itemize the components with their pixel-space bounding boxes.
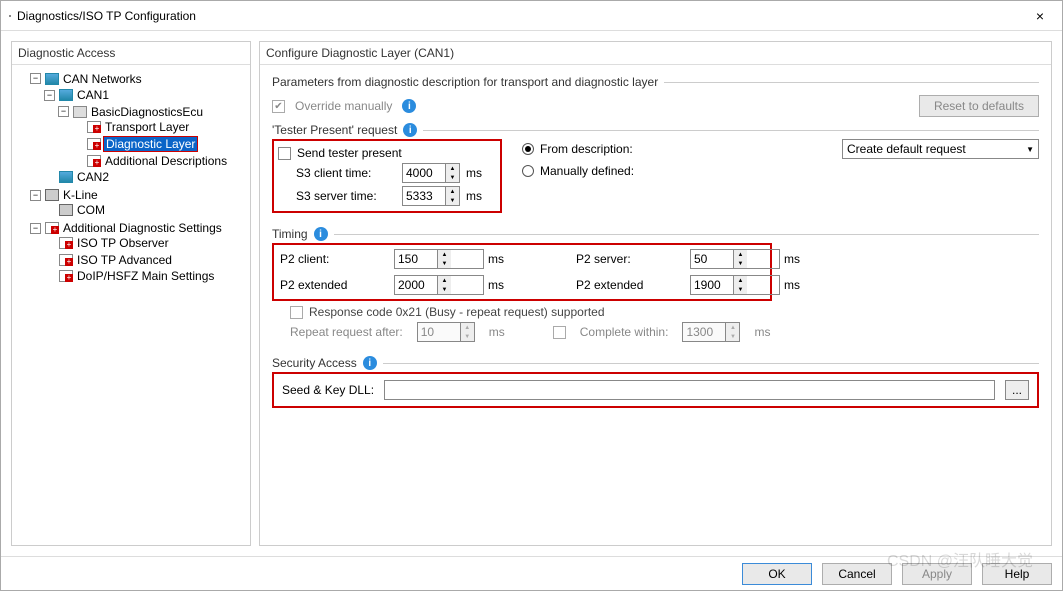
page-icon (45, 222, 59, 234)
p2-ext-server-label: P2 extended (576, 278, 686, 292)
s3-client-spinner[interactable]: ▲▼ (402, 163, 460, 183)
tree-can1[interactable]: −CAN1 (42, 88, 113, 102)
repeat-after-label: Repeat request after: (290, 325, 403, 339)
left-panel-title: Diagnostic Access (12, 42, 250, 65)
manually-defined-label: Manually defined: (540, 164, 634, 178)
tree-kline[interactable]: −K-Line (28, 188, 102, 202)
right-panel-title: Configure Diagnostic Layer (CAN1) (260, 42, 1051, 65)
p2-ext-client-spinner[interactable]: ▲▼ (394, 275, 484, 295)
network-icon (59, 171, 73, 183)
page-icon (87, 121, 101, 133)
security-redbox: Seed & Key DLL: ... (272, 372, 1039, 408)
page-icon (59, 270, 73, 282)
info-icon[interactable]: i (363, 356, 377, 370)
tree-transport-layer[interactable]: Transport Layer (70, 120, 193, 134)
p2-ext-client-label: P2 extended (280, 278, 390, 292)
p2-server-spinner[interactable]: ▲▼ (690, 249, 780, 269)
seed-key-input[interactable] (384, 380, 995, 400)
timing-header: Timing (272, 227, 308, 241)
ok-button[interactable]: OK (742, 563, 812, 585)
reset-defaults-button[interactable]: Reset to defaults (919, 95, 1039, 117)
apply-button[interactable]: Apply (902, 563, 972, 585)
right-panel: Configure Diagnostic Layer (CAN1) Parame… (259, 41, 1052, 546)
tree-iso-observer[interactable]: ISO TP Observer (42, 236, 173, 250)
unit-ms: ms (466, 189, 482, 203)
help-button[interactable]: Help (982, 563, 1052, 585)
info-icon[interactable]: i (402, 99, 416, 113)
p2-client-spinner[interactable]: ▲▼ (394, 249, 484, 269)
device-icon (59, 204, 73, 216)
p2-server-label: P2 server: (576, 252, 686, 266)
complete-within-checkbox (553, 326, 566, 339)
s3-server-label: S3 server time: (296, 189, 396, 203)
unit-ms: ms (466, 166, 482, 180)
dialog-window: Diagnostics/ISO TP Configuration × Diagn… (0, 0, 1063, 591)
tree-doip[interactable]: DoIP/HSFZ Main Settings (42, 269, 218, 283)
network-icon (45, 73, 59, 85)
tree-iso-advanced[interactable]: ISO TP Advanced (42, 253, 176, 267)
page-icon (87, 138, 101, 150)
complete-within-label: Complete within: (580, 325, 669, 339)
override-label: Override manually (295, 99, 392, 113)
resp21-label: Response code 0x21 (Busy - repeat reques… (309, 305, 605, 319)
complete-within-spinner: ▲▼ (682, 322, 740, 342)
security-header: Security Access (272, 356, 357, 370)
tree-diagnostic-layer[interactable]: Diagnostic Layer (70, 136, 200, 152)
s3-client-label: S3 client time: (296, 166, 396, 180)
tree-addl-settings[interactable]: −Additional Diagnostic Settings (28, 221, 226, 235)
info-icon[interactable]: i (403, 123, 417, 137)
override-checkbox[interactable]: ✔ (272, 100, 285, 113)
window-title: Diagnostics/ISO TP Configuration (17, 9, 196, 23)
repeat-after-spinner: ▲▼ (417, 322, 475, 342)
tree-com[interactable]: COM (42, 203, 109, 217)
params-header: Parameters from diagnostic description f… (272, 75, 658, 89)
send-tester-checkbox[interactable] (278, 147, 291, 160)
from-description-radio[interactable] (522, 143, 534, 155)
timing-redbox: P2 client: ▲▼ ms P2 server: ▲▼ ms P2 ext… (272, 243, 772, 301)
info-icon[interactable]: i (314, 227, 328, 241)
page-icon (59, 237, 73, 249)
chevron-down-icon: ▼ (1026, 145, 1034, 154)
tree-ecu[interactable]: −BasicDiagnosticsEcu (56, 105, 207, 119)
request-select[interactable]: Create default request▼ (842, 139, 1039, 159)
page-icon (87, 155, 101, 167)
app-icon (9, 15, 11, 17)
close-icon[interactable]: × (1026, 8, 1054, 24)
s3-server-spinner[interactable]: ▲▼ (402, 186, 460, 206)
tester-header: 'Tester Present' request (272, 123, 397, 137)
manually-defined-radio[interactable] (522, 165, 534, 177)
from-description-label: From description: (540, 142, 633, 156)
page-icon (59, 254, 73, 266)
send-tester-label: Send tester present (297, 146, 402, 160)
cancel-button[interactable]: Cancel (822, 563, 892, 585)
tree-addl-desc[interactable]: Additional Descriptions (70, 154, 231, 168)
device-icon (45, 189, 59, 201)
tree[interactable]: −CAN Networks −CAN1 −BasicDiagnosticsEcu… (12, 65, 250, 545)
network-icon (59, 89, 73, 101)
left-panel: Diagnostic Access −CAN Networks −CAN1 −B… (11, 41, 251, 546)
seed-key-label: Seed & Key DLL: (282, 383, 374, 397)
p2-client-label: P2 client: (280, 252, 390, 266)
browse-button[interactable]: ... (1005, 380, 1029, 400)
p2-ext-server-spinner[interactable]: ▲▼ (690, 275, 780, 295)
tree-can2[interactable]: CAN2 (42, 170, 113, 184)
dialog-footer: OK Cancel Apply Help (1, 556, 1062, 590)
ecu-icon (73, 106, 87, 118)
titlebar: Diagnostics/ISO TP Configuration × (1, 1, 1062, 31)
resp21-checkbox[interactable] (290, 306, 303, 319)
tree-can-networks[interactable]: −CAN Networks (28, 72, 146, 86)
tester-redbox: Send tester present S3 client time: ▲▼ m… (272, 139, 502, 213)
